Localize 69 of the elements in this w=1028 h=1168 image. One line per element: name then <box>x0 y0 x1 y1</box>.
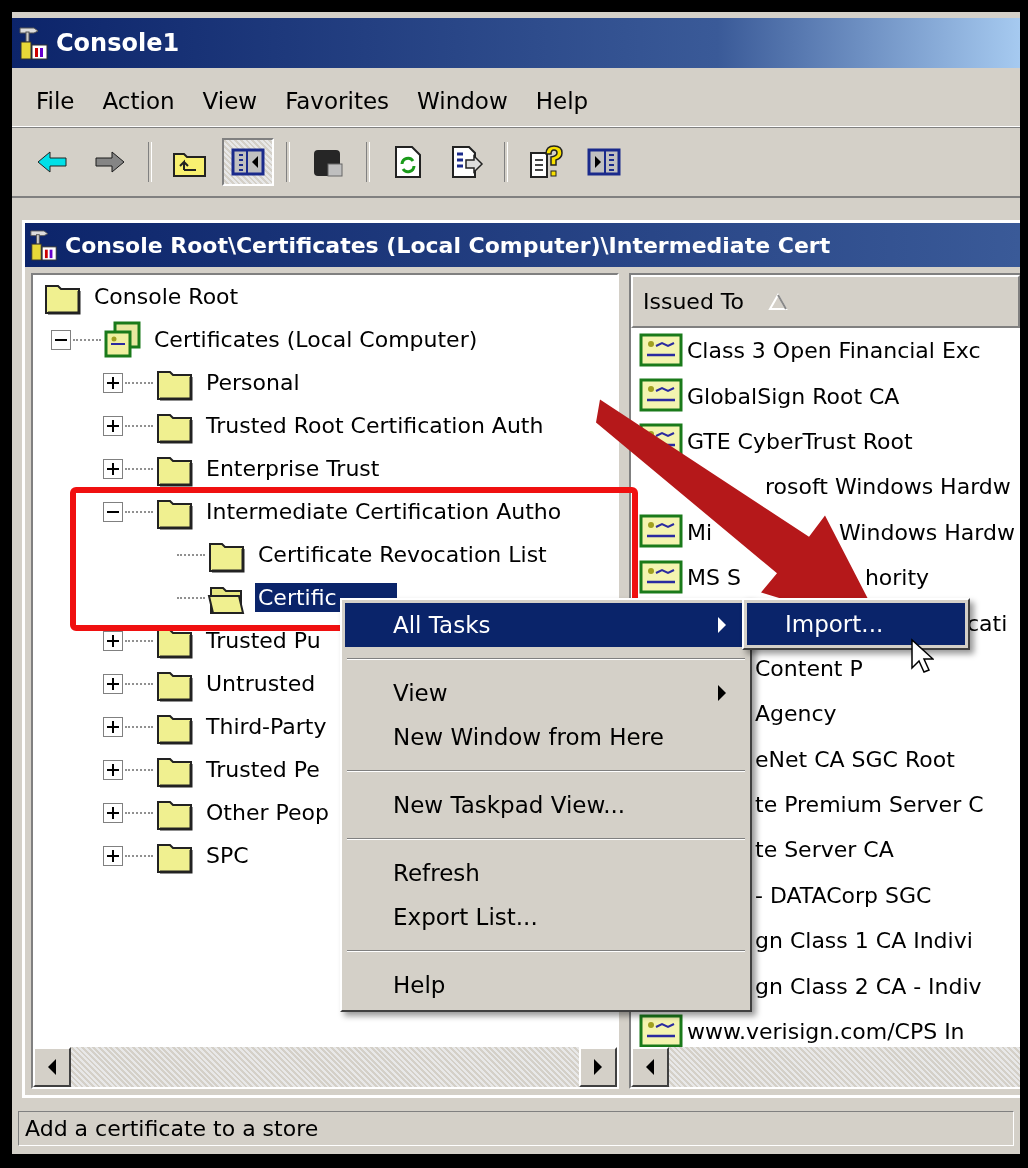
context-menu-item[interactable]: View <box>345 671 747 715</box>
context-menu-item[interactable]: Help <box>345 963 747 1007</box>
expander[interactable] <box>103 458 123 479</box>
context-menu-item[interactable]: Export List... <box>345 895 747 939</box>
expander[interactable] <box>103 802 123 823</box>
left-arrow-icon <box>46 1059 58 1075</box>
menu-item[interactable]: Window <box>403 84 522 118</box>
left-arrow-icon <box>644 1059 656 1075</box>
certificate-name[interactable]: GlobalSign Root CA <box>687 383 900 409</box>
certificate-name[interactable]: gn Class 2 CA - Indiv <box>755 973 982 999</box>
horizontal-scrollbar[interactable] <box>631 1047 1020 1087</box>
column-header[interactable]: Issued To <box>631 275 1020 328</box>
tree-item[interactable]: Trusted Root Certification Auth <box>203 411 547 440</box>
tree-item[interactable]: Personal <box>203 368 303 397</box>
certificate-name[interactable]: te Server CA <box>755 837 894 863</box>
certificate-name[interactable]: te Premium Server C <box>755 792 984 818</box>
expander[interactable] <box>103 630 123 651</box>
menu-item[interactable]: File <box>22 84 89 118</box>
tree-item[interactable]: Untrusted <box>203 669 319 698</box>
expander[interactable] <box>103 759 123 780</box>
certificate-name[interactable]: GTE CyberTrust Root <box>687 428 913 454</box>
status-text: Add a certificate to a store <box>18 1110 1014 1146</box>
certificate-name[interactable]: rosoft Windows Hardw <box>765 474 1011 500</box>
expander[interactable] <box>103 372 123 393</box>
certificate-name[interactable]: eNet CA SGC Root <box>755 746 955 772</box>
certificate-name[interactable]: www.verisign.com/CPS In <box>687 1019 965 1045</box>
certificate-name[interactable]: Mi <box>687 519 713 545</box>
menu-item[interactable]: Help <box>521 84 603 118</box>
hammer-toolbox-icon <box>29 228 59 262</box>
show-tree-button[interactable] <box>222 138 274 186</box>
menu-item[interactable]: View <box>188 84 272 118</box>
context-menu-item[interactable]: New Window from Here <box>345 715 747 759</box>
tree-item[interactable]: Console Root <box>91 282 242 311</box>
menu-item[interactable]: Action <box>88 84 189 118</box>
tree-item[interactable]: Certificate Revocation List <box>255 540 550 569</box>
tree-item[interactable]: SPC <box>203 841 252 870</box>
tree-item[interactable]: Enterprise Trust <box>203 454 383 483</box>
tree-item[interactable]: Certificates (Local Computer) <box>151 325 481 354</box>
certificate-name[interactable]: gn Class 1 CA Indivi <box>755 928 973 954</box>
horizontal-scrollbar[interactable] <box>33 1047 617 1087</box>
tree-item[interactable]: Third-Party <box>203 712 330 741</box>
submenu-arrow-icon <box>717 617 727 633</box>
hammer-toolbox-icon <box>18 25 50 61</box>
context-menu-item[interactable]: Refresh <box>345 851 747 895</box>
expander[interactable] <box>103 845 123 866</box>
expander[interactable] <box>103 501 123 522</box>
submenu-arrow-icon <box>717 685 727 701</box>
tree-item[interactable]: Intermediate Certification Autho <box>203 497 565 526</box>
expander[interactable] <box>103 415 123 436</box>
certificate-name[interactable]: MS S <box>687 565 741 591</box>
certificate-name[interactable]: Content P <box>755 655 863 681</box>
expander[interactable] <box>103 673 123 694</box>
tree-item[interactable]: Other Peop <box>203 798 332 827</box>
expander[interactable] <box>51 329 71 350</box>
child-window-title: Console Root\Certificates (Local Computer)\Intermediate Cert <box>65 232 831 258</box>
menu-item[interactable]: Favorites <box>271 84 404 118</box>
window-title: Console1 <box>56 29 180 57</box>
help-icon <box>528 144 564 180</box>
tree-item[interactable]: Trusted Pu <box>203 626 324 655</box>
expander[interactable] <box>103 716 123 737</box>
certificate-name[interactable]: Agency <box>755 701 837 727</box>
submenu-item[interactable]: Import... <box>747 603 965 645</box>
certificate-name[interactable]: Windows Hardw <box>839 519 1015 545</box>
certificate-name[interactable]: Class 3 Open Financial Exc <box>687 338 981 364</box>
context-menu-item[interactable]: New Taskpad View... <box>345 783 747 827</box>
certificate-name[interactable]: - DATACorp SGC <box>755 882 932 908</box>
right-arrow-icon <box>592 1059 604 1075</box>
tree-item[interactable]: Trusted Pe <box>203 755 323 784</box>
certificate-name[interactable]: hority <box>864 565 930 591</box>
